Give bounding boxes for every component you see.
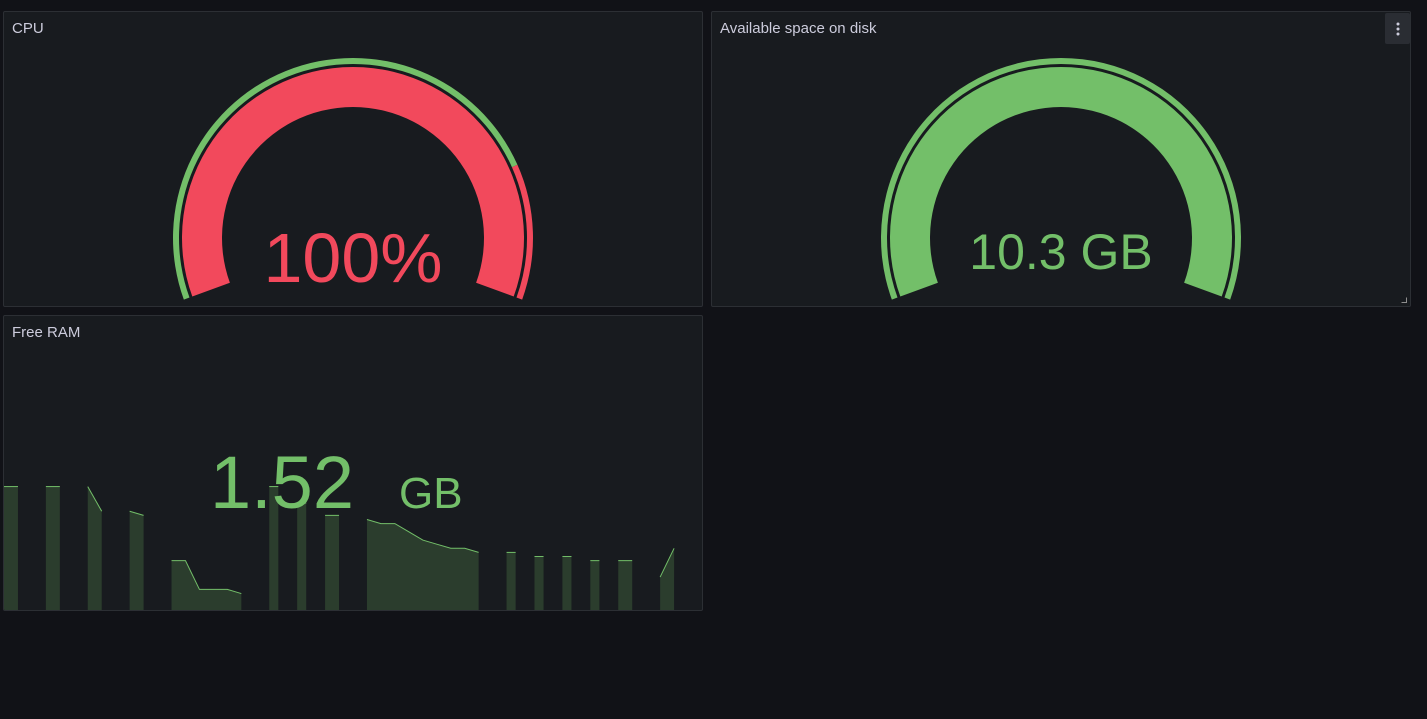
cpu-gauge-value: 100% (263, 219, 442, 297)
sparkline-area (129, 511, 144, 610)
panel-menu-button[interactable] (1385, 13, 1410, 44)
sparkline-area (534, 556, 544, 610)
sparkline-area (590, 560, 600, 610)
sparkline-area (45, 486, 60, 610)
ram-sparkline: 1.52 GB (4, 441, 675, 610)
sparkline-area (618, 560, 633, 610)
sparkline-area (325, 515, 340, 610)
disk-panel[interactable]: Available space on disk 10.3 GB (711, 11, 1411, 307)
resize-corner-icon[interactable] (1401, 297, 1407, 303)
disk-gauge-value: 10.3 GB (969, 224, 1152, 280)
sparkline-area (562, 556, 572, 610)
ram-stat-value: 1.52 (210, 441, 354, 524)
ram-panel[interactable]: Free RAM 1.52 GB (3, 315, 703, 611)
sparkline-area (366, 519, 479, 610)
disk-gauge: 10.3 GB (881, 57, 1241, 300)
vertical-dots-icon (1396, 22, 1399, 35)
sparkline-area (87, 486, 102, 610)
sparkline-area (660, 548, 675, 610)
sparkline-area (4, 486, 18, 610)
ram-stat-unit: GB (399, 469, 463, 518)
sparkline-area (506, 552, 516, 610)
sparkline-area (171, 560, 242, 610)
cpu-gauge: 100% (172, 57, 533, 300)
cpu-panel[interactable]: CPU 100% (3, 11, 703, 307)
